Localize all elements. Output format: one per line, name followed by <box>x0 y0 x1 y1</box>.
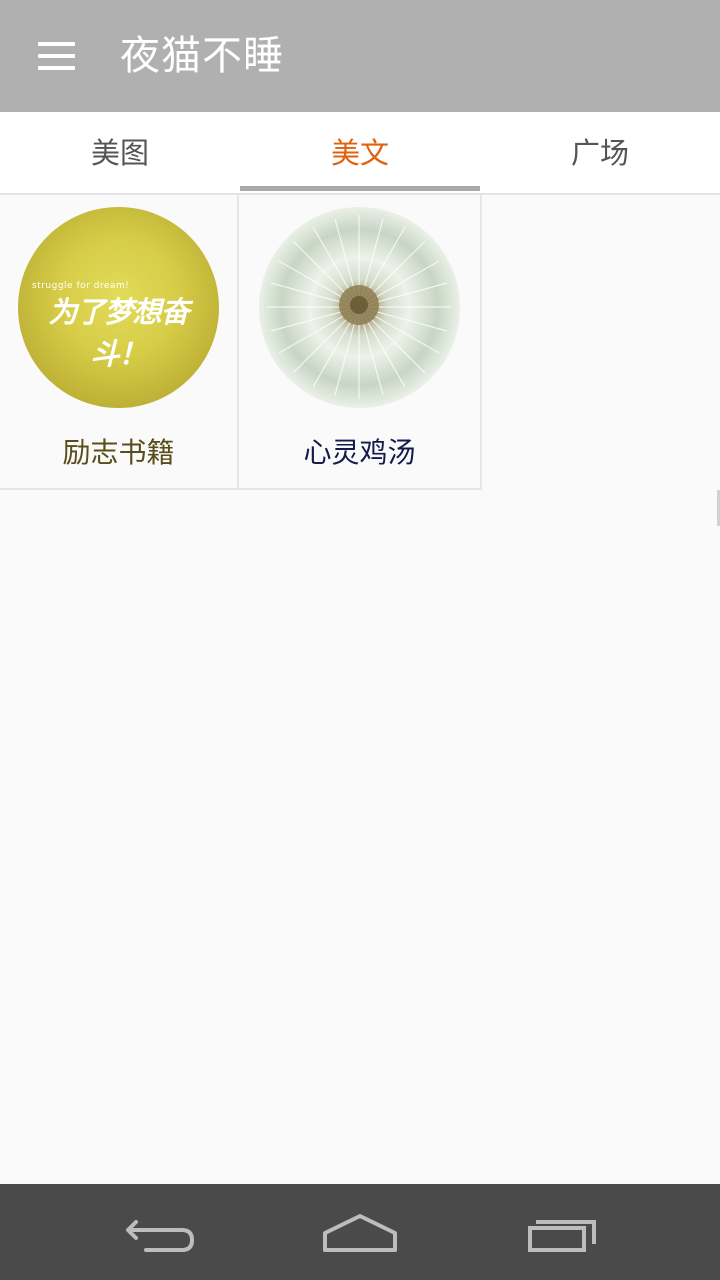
active-tab-indicator <box>240 186 480 191</box>
motivation-badge-image: struggle for dream! 为了梦想奋斗！ <box>18 207 219 408</box>
app-title: 夜猫不睡 <box>120 33 284 79</box>
tab-pictures[interactable]: 美图 <box>0 112 240 193</box>
category-label: 励志书籍 <box>62 436 175 469</box>
tab-square[interactable]: 广场 <box>480 112 720 193</box>
system-nav-bar <box>0 1184 720 1280</box>
hamburger-menu-icon[interactable] <box>20 20 92 92</box>
home-icon[interactable] <box>300 1198 420 1266</box>
app-bar: 夜猫不睡 <box>0 0 720 112</box>
tab-articles[interactable]: 美文 <box>240 112 480 193</box>
category-card-chicken-soup[interactable]: 心灵鸡汤 <box>239 195 482 490</box>
recent-apps-icon[interactable] <box>500 1198 620 1266</box>
tab-bar: 美图 美文 广场 <box>0 112 720 195</box>
dandelion-fluff-graphic <box>267 215 451 399</box>
dandelion-image <box>259 207 460 408</box>
back-icon[interactable] <box>100 1198 220 1266</box>
image-text: 为了梦想奋斗！ <box>48 295 189 371</box>
category-card-motivational-books[interactable]: struggle for dream! 为了梦想奋斗！ 励志书籍 <box>0 195 239 490</box>
category-label: 心灵鸡汤 <box>303 436 416 469</box>
